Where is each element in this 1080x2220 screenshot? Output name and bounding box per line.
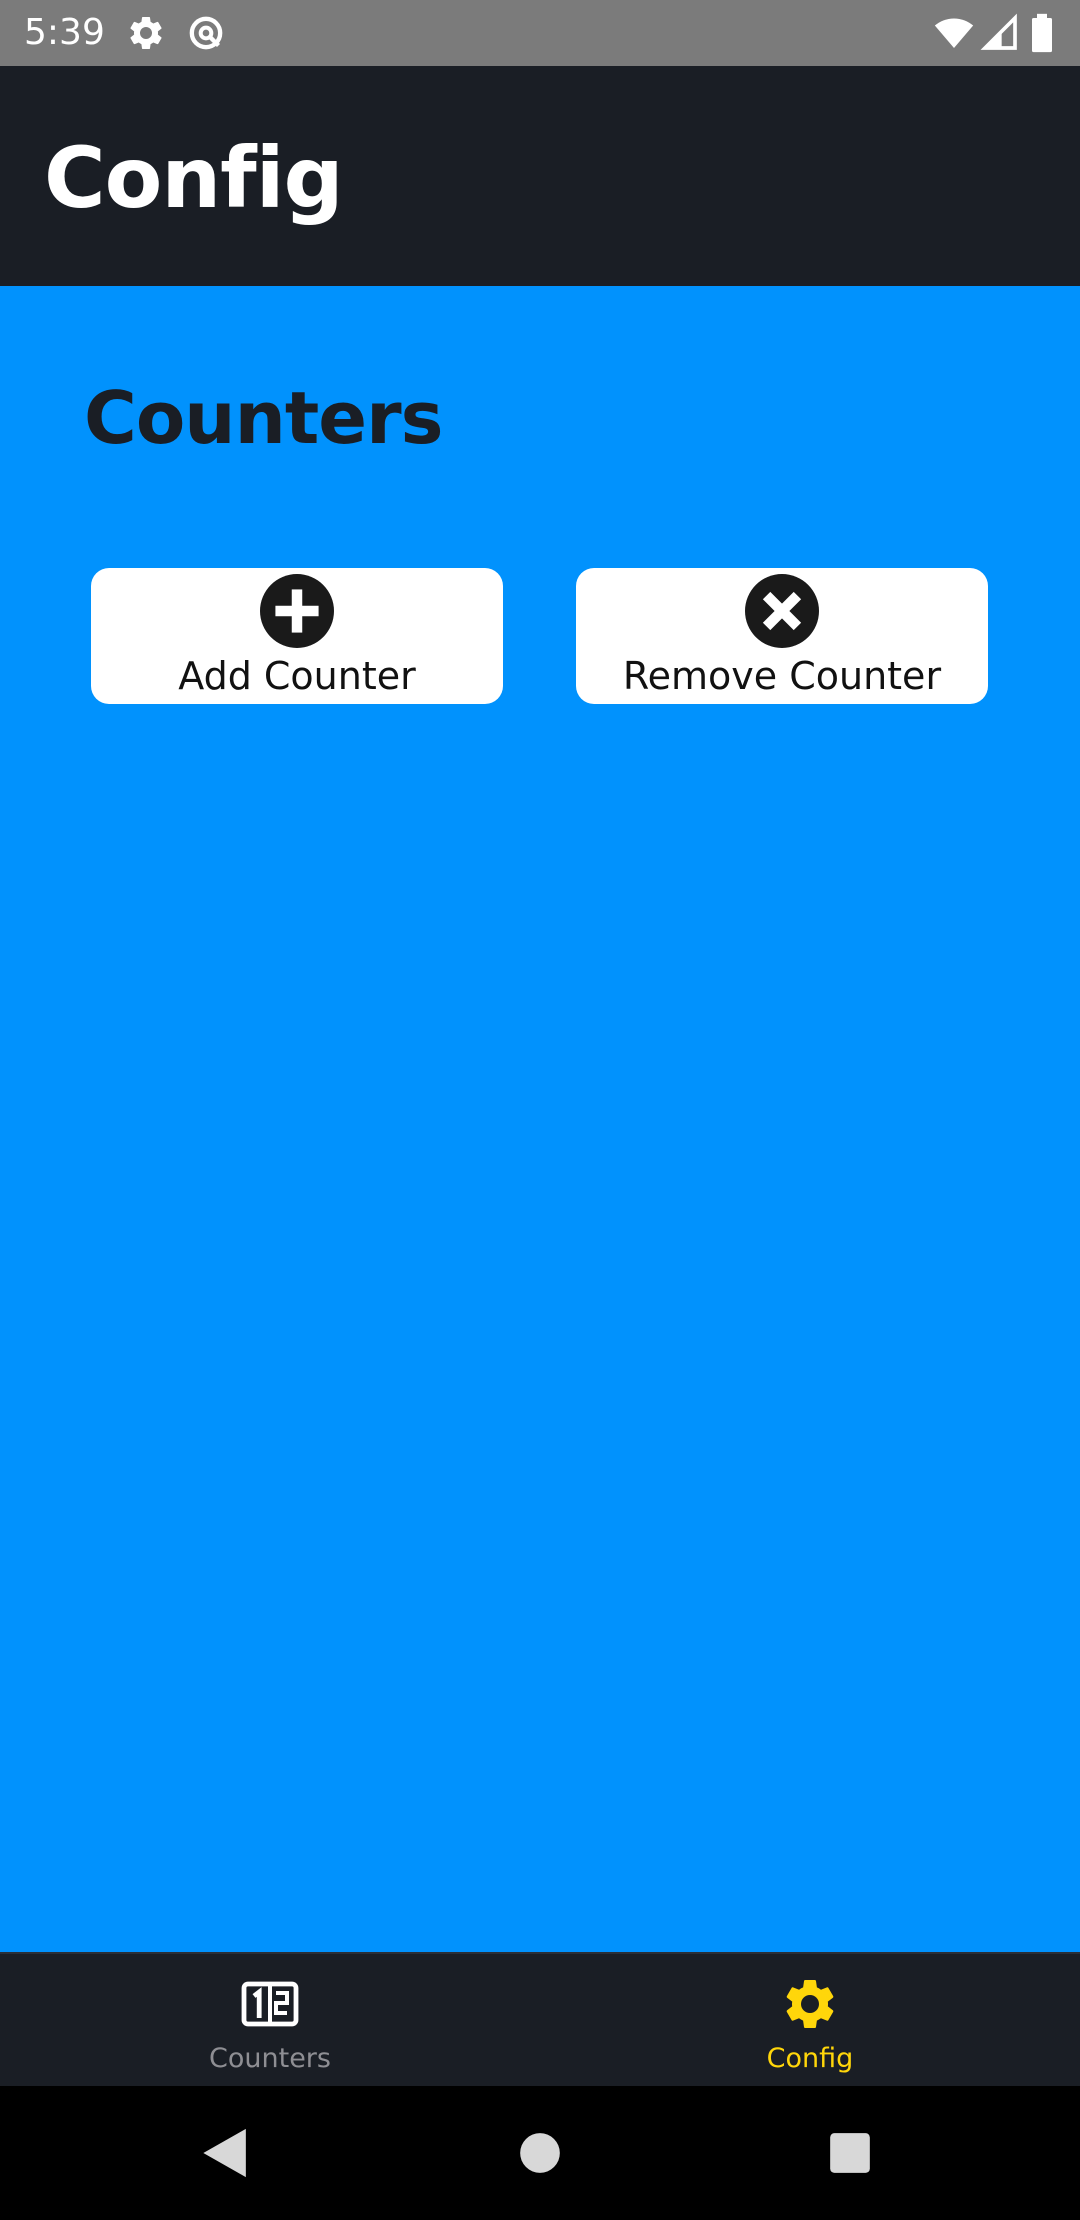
plus-circle-icon — [260, 574, 334, 648]
app-bar: Config — [0, 66, 1080, 286]
settings-icon — [126, 13, 166, 53]
back-icon[interactable] — [192, 2119, 260, 2187]
system-navigation-bar — [0, 2086, 1080, 2220]
gear-icon — [780, 1974, 840, 2034]
bottom-tab-bar: Counters Config — [0, 1952, 1080, 2086]
battery-icon — [1028, 13, 1056, 53]
add-counter-label: Add Counter — [178, 654, 416, 698]
vpn-key-icon — [186, 13, 226, 53]
recents-icon[interactable] — [816, 2119, 884, 2187]
content-area: Counters Add Counter Remove Counter — [0, 286, 1080, 1952]
section-title: Counters — [84, 376, 443, 460]
tab-counters-label: Counters — [209, 2043, 331, 2074]
counter-icon — [240, 1974, 300, 2034]
status-bar: 5:39 — [0, 0, 1080, 66]
wifi-icon — [934, 13, 974, 53]
status-time: 5:39 — [24, 12, 105, 53]
add-counter-button[interactable]: Add Counter — [91, 568, 503, 704]
signal-icon — [980, 13, 1020, 53]
remove-counter-label: Remove Counter — [622, 654, 942, 698]
close-circle-icon — [745, 574, 819, 648]
home-icon[interactable] — [506, 2119, 574, 2187]
remove-counter-button[interactable]: Remove Counter — [576, 568, 988, 704]
page-title: Config — [44, 129, 344, 227]
tab-config-label: Config — [766, 2043, 854, 2074]
tab-counters[interactable]: Counters — [0, 1954, 540, 2086]
tab-config[interactable]: Config — [540, 1954, 1080, 2086]
